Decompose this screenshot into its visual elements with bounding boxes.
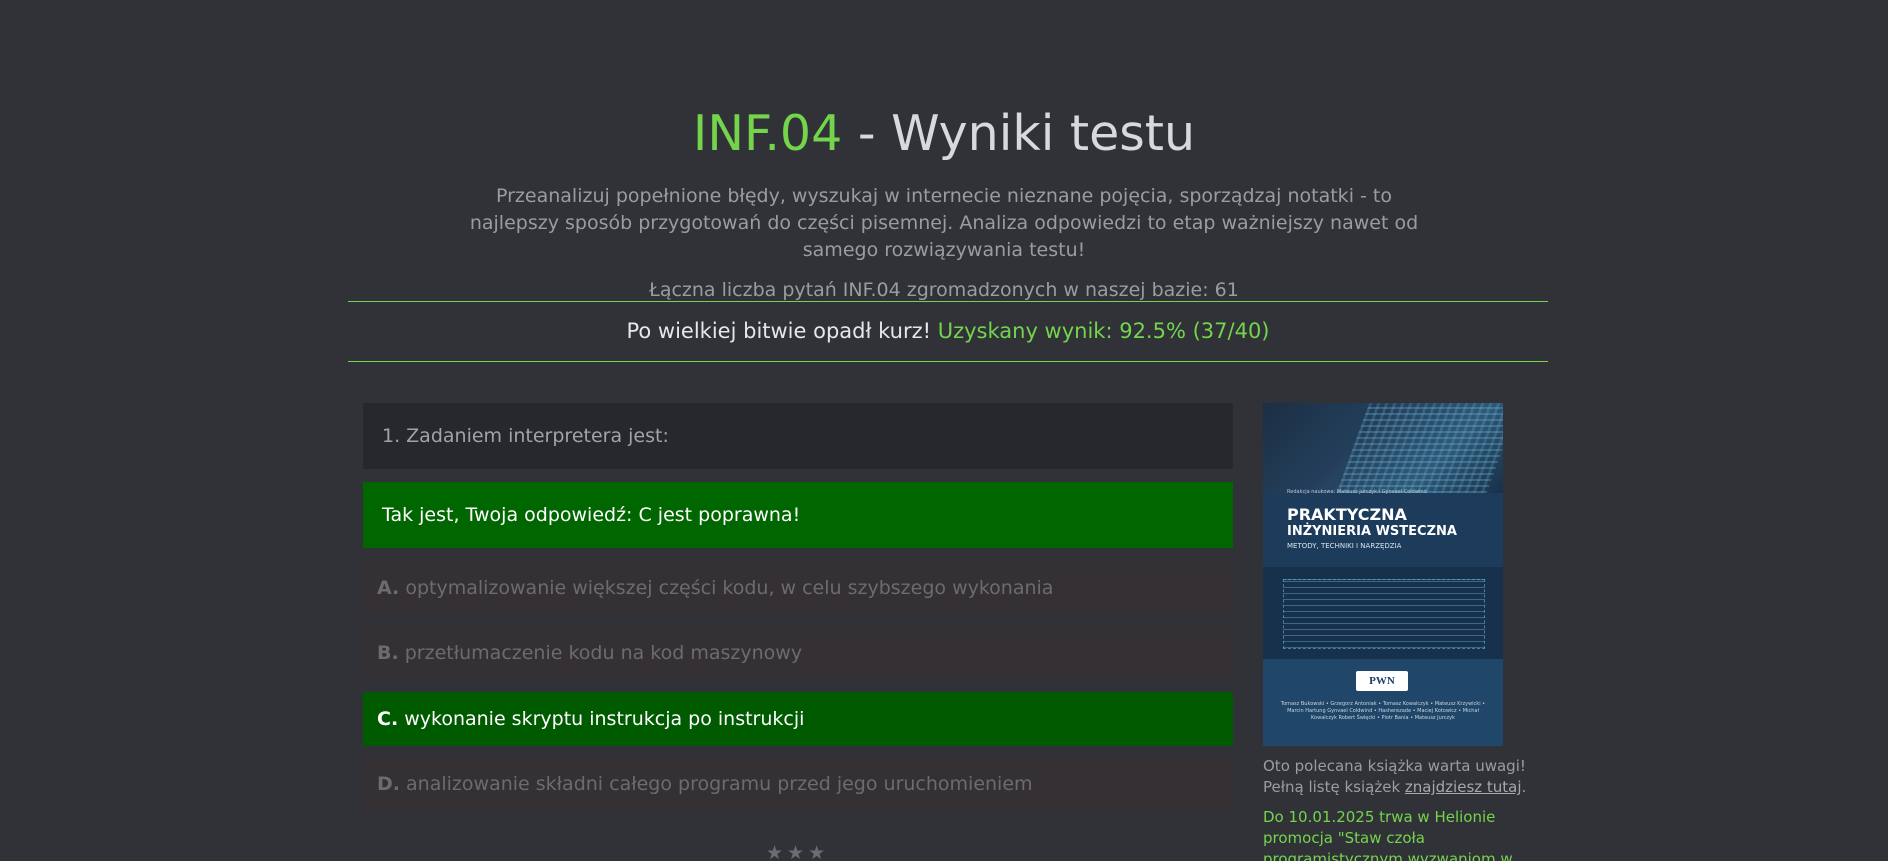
- recommend-suffix: .: [1521, 778, 1527, 796]
- books-list-link[interactable]: znajdziesz tutaj: [1405, 778, 1522, 796]
- divider-top: [348, 301, 1548, 302]
- book-recommendation: Oto polecana książka warta uwagi! Pełną …: [1263, 756, 1553, 798]
- answer-text: wykonanie skryptu instrukcja po instrukc…: [398, 708, 805, 730]
- page-header: INF.04 - Wyniki testu Przeanalizuj popeł…: [0, 95, 1888, 301]
- promo-text[interactable]: Do 10.01.2025 trwa w Helionie promocja "…: [1263, 807, 1553, 861]
- recommend-prefix: Pełną listę książek: [1263, 778, 1405, 796]
- answer-letter: A.: [377, 577, 400, 599]
- question-count: Łączna liczba pytań INF.04 zgromadzonych…: [649, 279, 1239, 301]
- results-page: INF.04 - Wyniki testu Przeanalizuj popeł…: [0, 0, 1888, 861]
- result-banner: Po wielkiej bitwie opadł kurz! Uzyskany …: [348, 313, 1548, 349]
- cover-bottom: PWN Tomasz Bukowski • Grzegorz Antoniak …: [1263, 659, 1503, 746]
- cover-code-art: [1283, 579, 1485, 649]
- cover-art-top: [1263, 403, 1503, 493]
- book-title: PRAKTYCZNA INŻYNIERIA WSTECZNA: [1287, 506, 1457, 540]
- answer-letter: D.: [377, 773, 400, 795]
- question-text: 1. Zadaniem interpretera jest:: [363, 403, 1233, 469]
- cover-art-middle: [1263, 567, 1503, 659]
- book-title-line2: INŻYNIERIA WSTECZNA: [1287, 524, 1457, 539]
- answer-option-a: A. optymalizowanie większej części kodu,…: [363, 561, 1233, 615]
- answer-option-d: D. analizowanie składni całego programu …: [363, 757, 1233, 811]
- book-cover[interactable]: Redakcja naukowa: Mateusz Jurczyk i Gynv…: [1263, 403, 1503, 746]
- divider-bottom: [348, 361, 1548, 362]
- page-subtitle: Przeanalizuj popełnione błędy, wyszukaj …: [469, 185, 1419, 261]
- book-authors: Tomasz Bukowski • Grzegorz Antoniak • To…: [1280, 701, 1486, 721]
- recommend-line1: Oto polecana książka warta uwagi!: [1263, 757, 1526, 775]
- answer-option-b: B. przetłumaczenie kodu na kod maszynowy: [363, 626, 1233, 680]
- recommend-line2: Pełną listę książek znajdziesz tutaj.: [1263, 777, 1553, 798]
- book-subtitle: METODY, TECHNIKI I NARZĘDZIA: [1287, 542, 1402, 550]
- answer-text: analizowanie składni całego programu prz…: [400, 773, 1033, 795]
- answer-text: optymalizowanie większej części kodu, w …: [399, 577, 1054, 599]
- rating-stars[interactable]: ★★★: [766, 842, 829, 861]
- title-text: - Wyniki testu: [842, 105, 1196, 162]
- answer-letter: B.: [377, 642, 399, 664]
- answer-text: przetłumaczenie kodu na kod maszynowy: [398, 642, 803, 664]
- book-title-line1: PRAKTYCZNA: [1287, 505, 1407, 524]
- cover-grid: [1336, 403, 1503, 493]
- exam-code: INF.04: [692, 105, 843, 162]
- answer-verdict: Tak jest, Twoja odpowiedź: C jest popraw…: [363, 482, 1233, 548]
- answer-letter: C.: [377, 708, 399, 730]
- result-prefix: Po wielkiej bitwie opadł kurz!: [626, 319, 938, 343]
- result-score: Uzyskany wynik: 92.5% (37/40): [937, 319, 1270, 343]
- page-title: INF.04 - Wyniki testu: [0, 95, 1888, 173]
- answer-option-c: C. wykonanie skryptu instrukcja po instr…: [363, 692, 1233, 746]
- publisher-logo: PWN: [1356, 671, 1408, 691]
- book-editors: Redakcja naukowa: Mateusz Jurczyk i Gynv…: [1287, 489, 1427, 495]
